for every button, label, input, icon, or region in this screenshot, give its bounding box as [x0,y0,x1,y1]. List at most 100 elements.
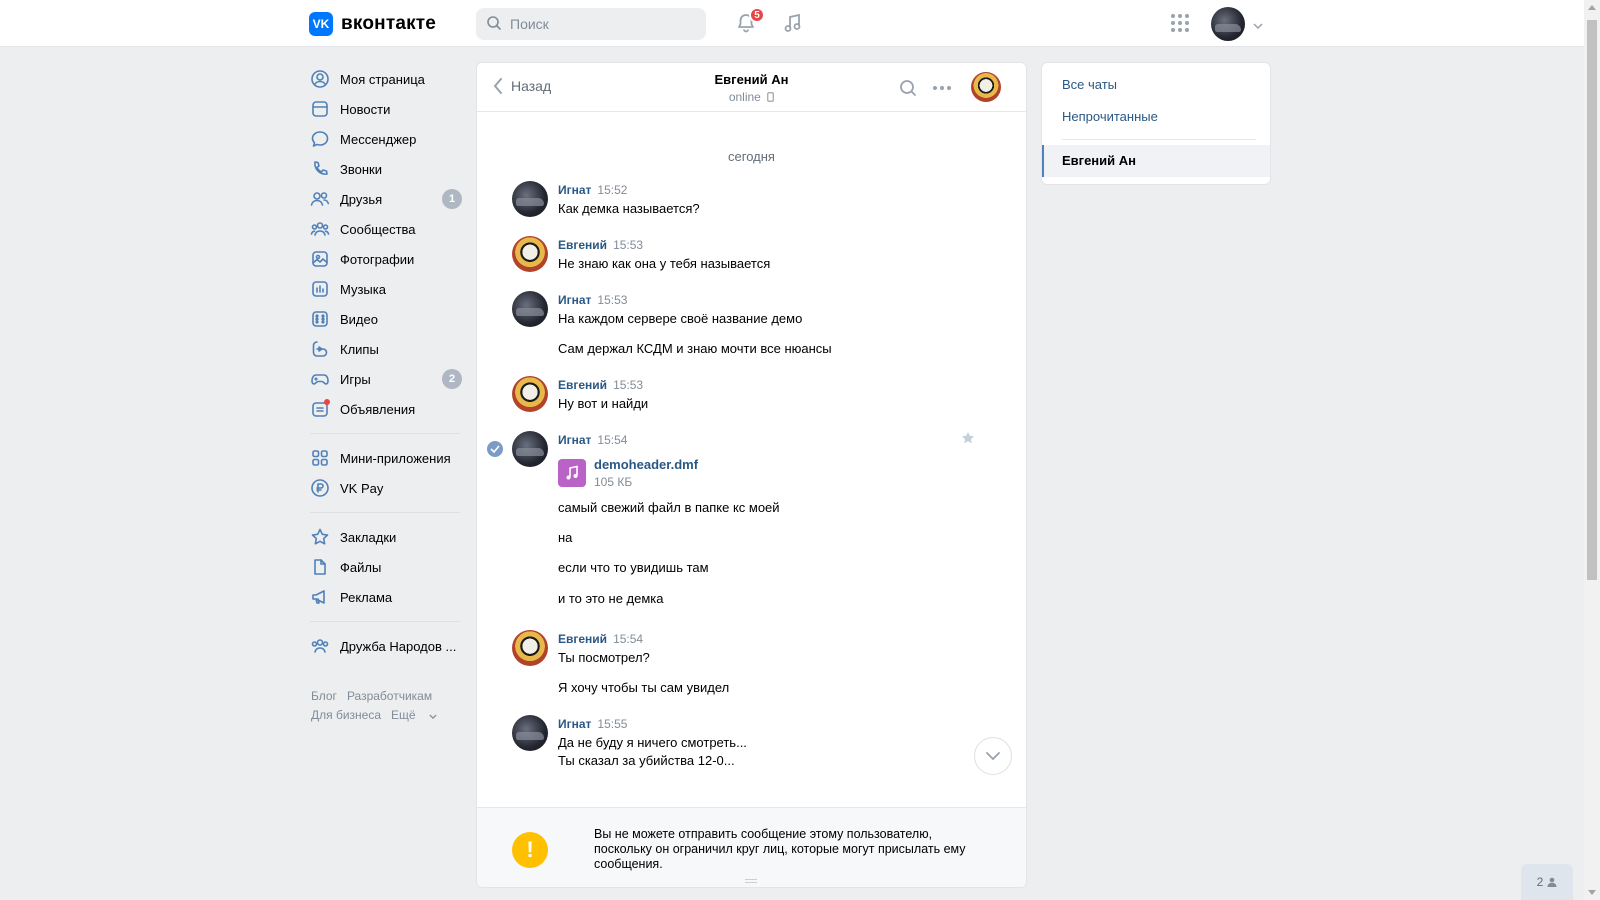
sidebar-item[interactable]: Видео [310,304,462,334]
message-text: Ты посмотрел? [558,650,650,665]
video-icon [310,309,330,329]
message-icon [310,129,330,149]
sidebar-item[interactable]: Мессенджер [310,124,462,154]
search-in-chat-button[interactable] [896,76,920,100]
sidebar-item[interactable]: Объявления [310,394,462,424]
footer-link-blog[interactable]: Блог [311,689,337,703]
sidebar-item[interactable]: Звонки [310,154,462,184]
vk-logo-icon: VK [309,12,333,36]
search-icon [900,80,916,96]
author-avatar[interactable] [512,376,548,412]
scroll-up-arrow-icon[interactable] [1588,5,1596,10]
music-player-button[interactable] [780,11,806,37]
sidebar-item[interactable]: Закладки [310,522,462,552]
sidebar-item[interactable]: Клипы [310,334,462,364]
message-author[interactable]: Евгений [558,632,607,646]
message-author[interactable]: Игнат [558,717,591,731]
author-avatar[interactable] [512,431,548,467]
apps-grid-icon [1170,13,1190,36]
message-author[interactable]: Игнат [558,293,591,307]
message-select-checkbox[interactable] [487,441,503,457]
file-attachment[interactable]: demoheader.dmf 105 КБ [558,457,698,489]
page-scrollbar[interactable] [1584,0,1600,900]
music-icon [782,12,804,37]
message-time[interactable]: 15:55 [597,717,627,731]
message-author[interactable]: Евгений [558,238,607,252]
sidebar-item[interactable]: Файлы [310,552,462,582]
sidebar-item[interactable]: Мини-приложения [310,443,462,473]
photo-icon [310,249,330,269]
sidebar-item-label: Сообщества [340,221,416,237]
sidebar-item[interactable]: Моя страница [310,64,462,94]
message-time[interactable]: 15:52 [597,183,627,197]
services-button[interactable] [1167,11,1193,37]
message-meta: Игнат 15:55 [558,717,627,731]
message-text: и то это не демка [558,591,664,606]
sidebar-item[interactable]: Игры 2 [310,364,462,394]
favorite-message-button[interactable] [961,431,975,448]
message-time[interactable]: 15:53 [613,238,643,252]
profile-menu[interactable] [1211,7,1263,41]
message-text: самый свежий файл в папке кс моей [558,500,780,515]
message-text: Как демка называется? [558,201,700,216]
message-author[interactable]: Игнат [558,183,591,197]
message-meta: Евгений 15:53 [558,378,643,392]
online-friends-widget[interactable]: 2 [1521,864,1573,900]
message-text: Сам держал КСДМ и знаю мочти все нюансы [558,341,832,356]
sidebar-item[interactable]: Реклама [310,582,462,612]
message-author[interactable]: Игнат [558,433,591,447]
search-input[interactable] [510,16,690,32]
friends-icon [310,189,330,209]
scroll-down-arrow-icon[interactable] [1588,890,1596,895]
sidebar-item-label: Моя страница [340,71,425,87]
sidebar-item-label: Видео [340,311,378,327]
peer-avatar[interactable] [971,72,1001,102]
star-icon [310,527,330,547]
notice-text: Вы не можете отправить сообщение этому п… [594,827,966,871]
user-circle-icon [310,69,330,89]
notifications-button[interactable]: 5 [733,7,765,37]
message-author[interactable]: Евгений [558,378,607,392]
message-time[interactable]: 15:54 [597,433,627,447]
left-sidebar: Моя страница Новости Мессенджер Звонки Друзь… [310,64,462,661]
filter-all-chats[interactable]: Все чаты [1062,77,1117,92]
footer-link-developers[interactable]: Разработчикам [347,689,432,703]
message-time[interactable]: 15:53 [597,293,627,307]
vkpay-icon [310,478,330,498]
resize-grip-icon[interactable] [745,879,757,883]
sidebar-item[interactable]: Дружба Народов ... [310,631,462,661]
file-name[interactable]: demoheader.dmf [594,457,698,472]
scrollbar-thumb[interactable] [1587,20,1597,580]
message-time[interactable]: 15:54 [613,632,643,646]
sidebar-item[interactable]: Музыка [310,274,462,304]
search-box[interactable] [476,8,706,40]
counter-badge: 2 [442,369,462,389]
footer-link-business[interactable]: Для бизнеса [311,708,381,722]
scroll-to-bottom-button[interactable] [974,737,1012,775]
vk-logo[interactable]: VK вконтакте [309,12,436,36]
author-avatar[interactable] [512,181,548,217]
author-avatar[interactable] [512,291,548,327]
active-chat-item[interactable]: Евгений Ан [1042,145,1270,177]
panel-divider [1062,139,1256,140]
author-avatar[interactable] [512,236,548,272]
sidebar-item-label: VK Pay [340,480,384,496]
author-avatar[interactable] [512,715,548,751]
more-actions-button[interactable] [930,76,954,100]
newspaper-icon [310,99,330,119]
footer-link-more[interactable]: Ещё [391,708,437,722]
sidebar-item[interactable]: Друзья 1 [310,184,462,214]
message-meta: Евгений 15:54 [558,632,643,646]
sidebar-item[interactable]: VK Pay [310,473,462,503]
message-text: если что то увидишь там [558,560,709,575]
sidebar-item[interactable]: Фотографии [310,244,462,274]
sidebar-item-label: Друзья [340,191,383,207]
phone-icon [310,159,330,179]
sidebar-item[interactable]: Сообщества [310,214,462,244]
sidebar-item[interactable]: Новости [310,94,462,124]
message-time[interactable]: 15:53 [613,378,643,392]
file-icon [310,557,330,577]
message-text: На каждом сервере своё название демо [558,311,803,326]
author-avatar[interactable] [512,630,548,666]
filter-unread[interactable]: Непрочитанные [1062,109,1158,124]
